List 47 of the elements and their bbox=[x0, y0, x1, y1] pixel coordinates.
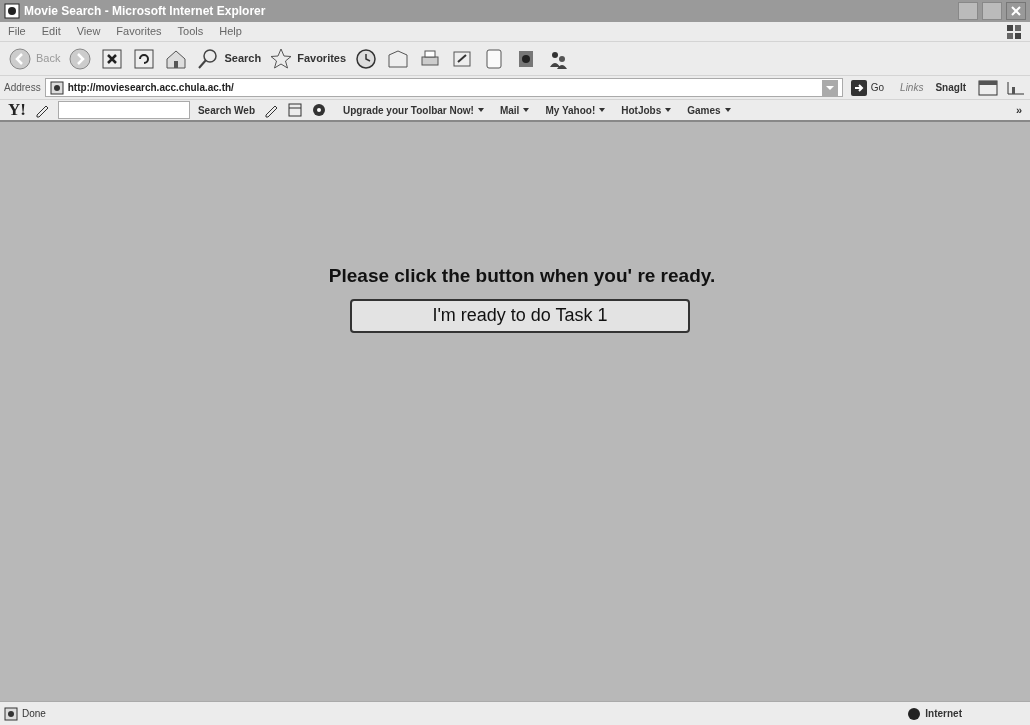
star-icon bbox=[269, 46, 294, 71]
yahoo-toolbar-link[interactable]: Games bbox=[687, 102, 731, 118]
yahoo-toolbar-link[interactable]: HotJobs bbox=[621, 102, 672, 118]
yahoo-toolbar-link[interactable]: My Yahoo! bbox=[545, 102, 606, 118]
address-field[interactable]: http://moviesearch.acc.chula.ac.th/ bbox=[44, 78, 843, 97]
page-icon bbox=[4, 706, 18, 721]
ready-button[interactable]: I'm ready to do Task 1 bbox=[350, 298, 690, 333]
instruction-text: Please click the button when you' re ready. bbox=[327, 264, 716, 288]
menu-item[interactable]: Help bbox=[219, 23, 242, 40]
menu-item[interactable]: File bbox=[8, 23, 26, 40]
favorites-button[interactable]: Favorites bbox=[269, 46, 347, 71]
search-input[interactable] bbox=[57, 101, 190, 119]
window-icon[interactable] bbox=[287, 102, 303, 118]
go-button[interactable]: Go bbox=[846, 79, 889, 96]
caret-icon bbox=[477, 108, 484, 112]
page-icon bbox=[49, 80, 64, 95]
menu-item[interactable]: Edit bbox=[41, 23, 61, 40]
menu-item[interactable]: Tools bbox=[177, 23, 204, 40]
links-label[interactable]: Links bbox=[900, 80, 924, 95]
close-icon bbox=[1010, 5, 1022, 17]
window-title: Movie Search - Microsoft Internet Explorer bbox=[24, 3, 266, 20]
chart-icon[interactable] bbox=[1006, 79, 1026, 96]
search-web-button[interactable]: Search Web bbox=[197, 102, 255, 118]
caret-icon bbox=[665, 108, 672, 112]
window-icon[interactable] bbox=[978, 79, 998, 96]
menu-item[interactable]: Favorites bbox=[116, 23, 162, 40]
address-label: Address bbox=[4, 81, 41, 95]
history-button[interactable] bbox=[354, 46, 379, 71]
search-button[interactable]: Search bbox=[196, 46, 262, 71]
zone-text: Internet bbox=[925, 707, 962, 721]
windows-logo-icon bbox=[1006, 23, 1022, 40]
close-button[interactable] bbox=[1006, 2, 1026, 20]
yahoo-toolbar-link[interactable]: Mail bbox=[499, 102, 530, 118]
forward-button[interactable] bbox=[68, 46, 93, 71]
stop-button[interactable] bbox=[100, 46, 125, 71]
status-text: Done bbox=[22, 707, 46, 721]
globe-icon bbox=[907, 706, 922, 721]
caret-icon bbox=[523, 108, 530, 112]
yahoo-logo[interactable]: Y! bbox=[8, 97, 26, 123]
snagit-button[interactable]: SnagIt bbox=[935, 80, 966, 95]
refresh-button[interactable] bbox=[132, 46, 157, 71]
more-chevron[interactable]: » bbox=[1015, 101, 1022, 119]
caret-icon bbox=[599, 108, 606, 112]
yahoo-toolbar-link[interactable]: Upgrade your Toolbar Now! bbox=[343, 102, 484, 118]
caret-icon bbox=[724, 108, 731, 112]
menu-item[interactable]: View bbox=[76, 23, 101, 40]
browser-icon bbox=[4, 3, 20, 19]
